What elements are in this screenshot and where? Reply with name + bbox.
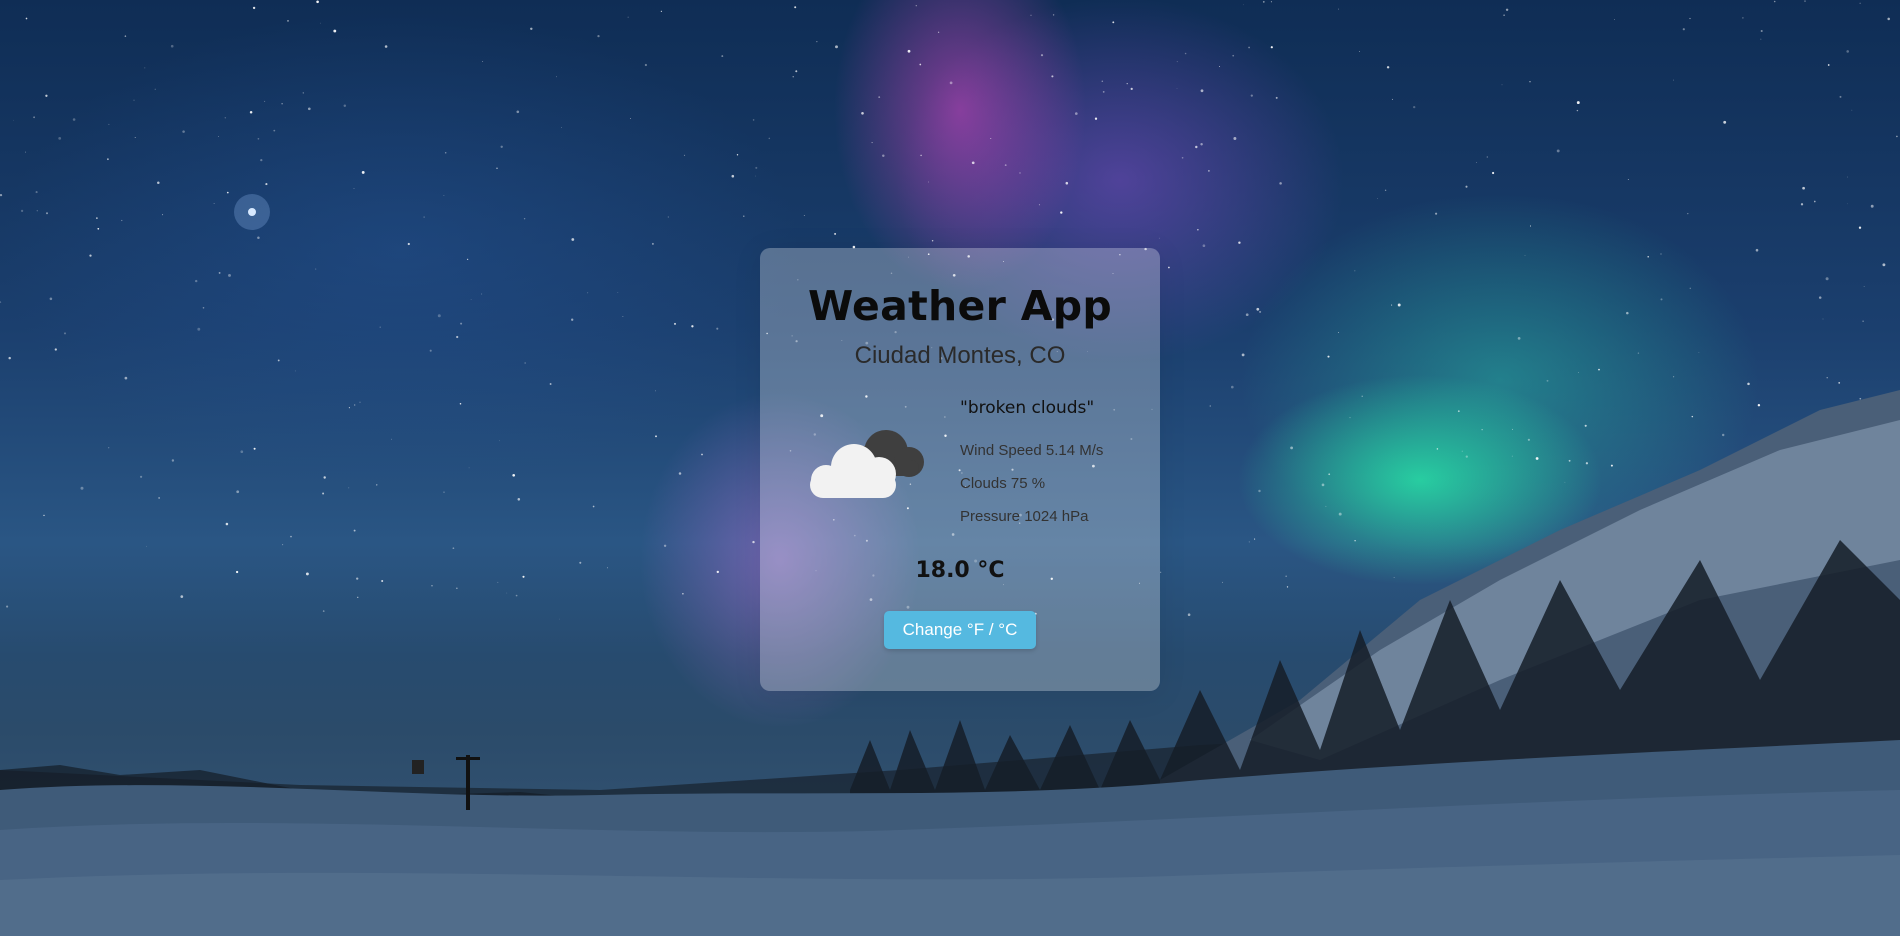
- weather-description: "broken clouds": [960, 398, 1095, 418]
- location-label: Ciudad Montes, CO: [854, 342, 1066, 369]
- pressure: Pressure 1024 hPa: [960, 508, 1089, 525]
- broken-clouds-icon: [804, 422, 934, 502]
- wind-speed: Wind Speed 5.14 M/s: [960, 442, 1104, 459]
- toggle-units-button[interactable]: Change °F / °C: [884, 611, 1036, 649]
- weather-details: "broken clouds" Wind Speed 5.14 M/s Clou…: [960, 398, 1103, 533]
- temperature: 18.0 °C: [915, 558, 1005, 583]
- weather-card: Weather App Ciudad Montes, CO "broken cl…: [760, 248, 1160, 691]
- app-title: Weather App: [807, 282, 1113, 330]
- clouds-percentage: Clouds 75 %: [960, 475, 1046, 492]
